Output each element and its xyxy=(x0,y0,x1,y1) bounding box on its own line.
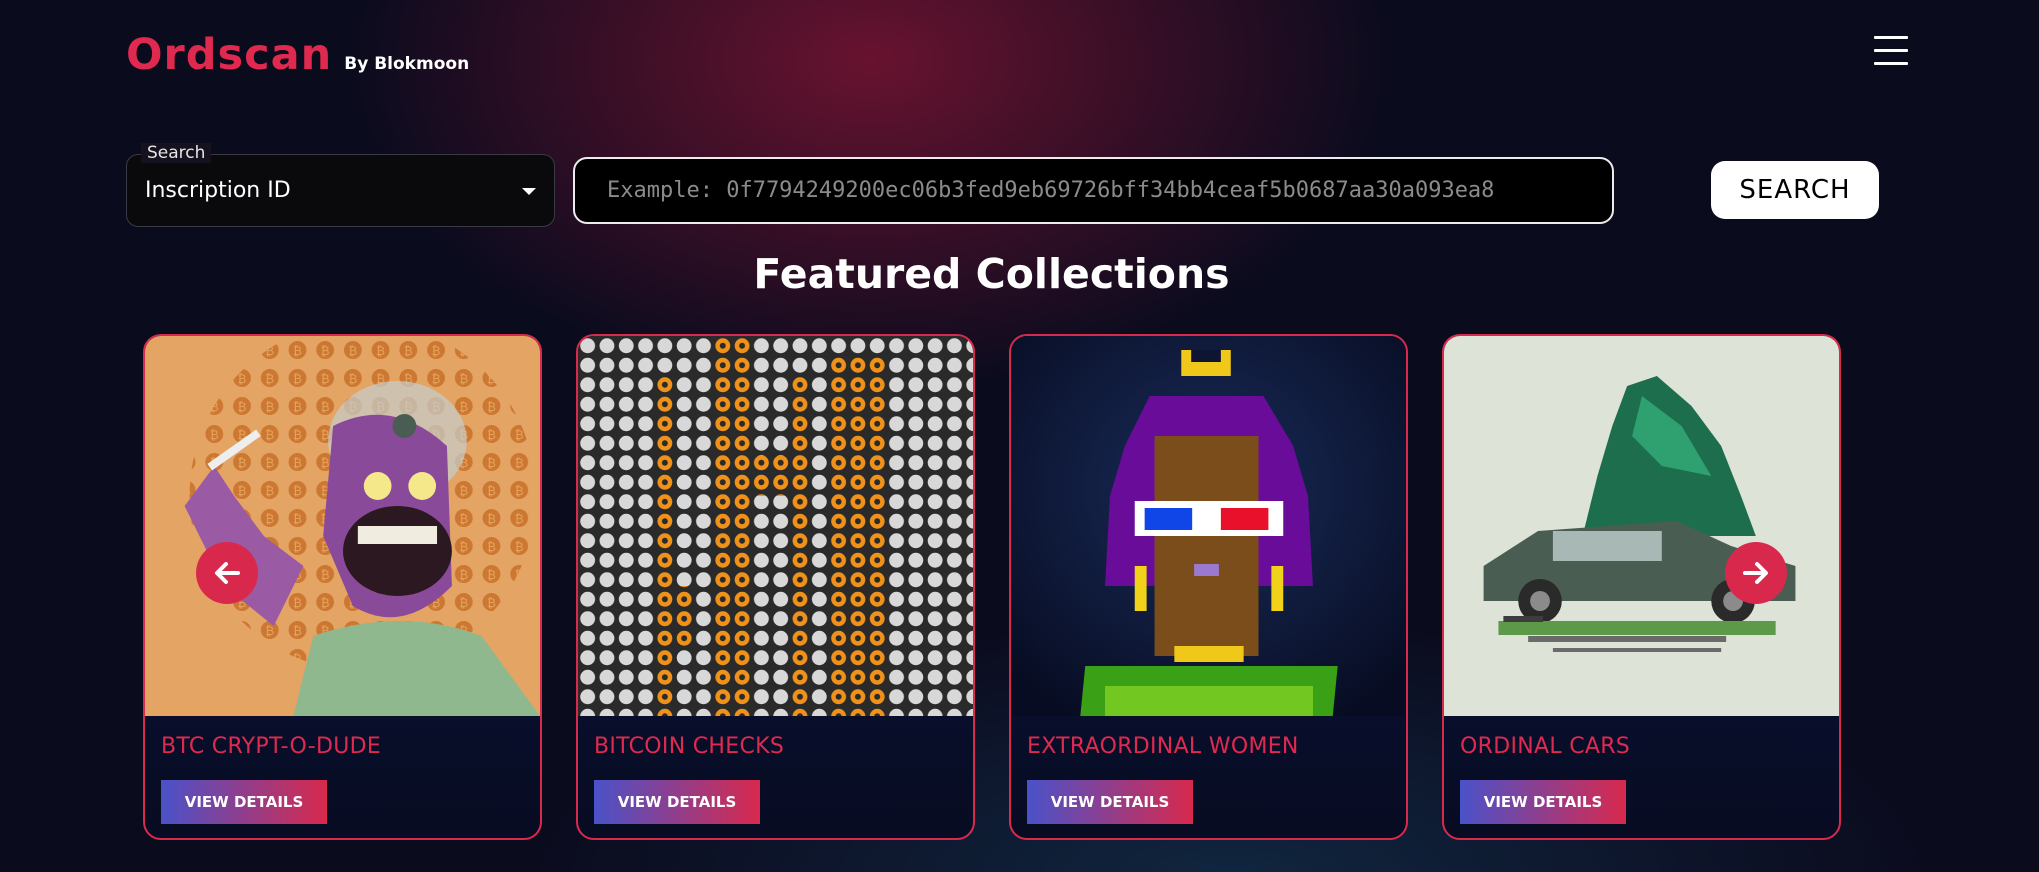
collection-image: ₿ xyxy=(145,336,540,716)
collection-title: ORDINAL CARS xyxy=(1460,734,1631,759)
collection-image xyxy=(578,336,973,716)
collection-title: BTC CRYPT-O-DUDE xyxy=(161,734,382,759)
search-button[interactable]: SEARCH xyxy=(1711,161,1879,219)
caret-down-icon xyxy=(522,188,536,195)
collection-title: BITCOIN CHECKS xyxy=(594,734,785,759)
hamburger-menu-icon[interactable] xyxy=(1874,34,1908,66)
collection-title: EXTRAORDINAL WOMEN xyxy=(1027,734,1299,759)
view-details-button[interactable]: VIEW DETAILS xyxy=(1027,780,1193,824)
logo-title: Ordscan xyxy=(126,30,333,80)
arrow-left-icon[interactable] xyxy=(196,542,258,604)
search-type-label: Search xyxy=(141,143,212,163)
search-type-select[interactable]: Search Inscription ID xyxy=(126,143,555,227)
collection-card[interactable]: BITCOIN CHECKS VIEW DETAILS xyxy=(576,334,975,840)
view-details-button[interactable]: VIEW DETAILS xyxy=(594,780,760,824)
search-type-value: Inscription ID xyxy=(145,178,291,203)
collection-card[interactable]: EXTRAORDINAL WOMEN VIEW DETAILS xyxy=(1009,334,1408,840)
logo-subtitle: By Blokmoon xyxy=(344,54,470,74)
section-title: Featured Collections xyxy=(753,250,1230,298)
search-input[interactable] xyxy=(573,157,1614,224)
view-details-button[interactable]: VIEW DETAILS xyxy=(1460,780,1626,824)
collection-image xyxy=(1444,336,1839,716)
arrow-right-icon[interactable] xyxy=(1725,542,1787,604)
collection-image xyxy=(1011,336,1406,716)
brand-logo[interactable]: Ordscan By Blokmoon xyxy=(126,30,469,80)
view-details-button[interactable]: VIEW DETAILS xyxy=(161,780,327,824)
